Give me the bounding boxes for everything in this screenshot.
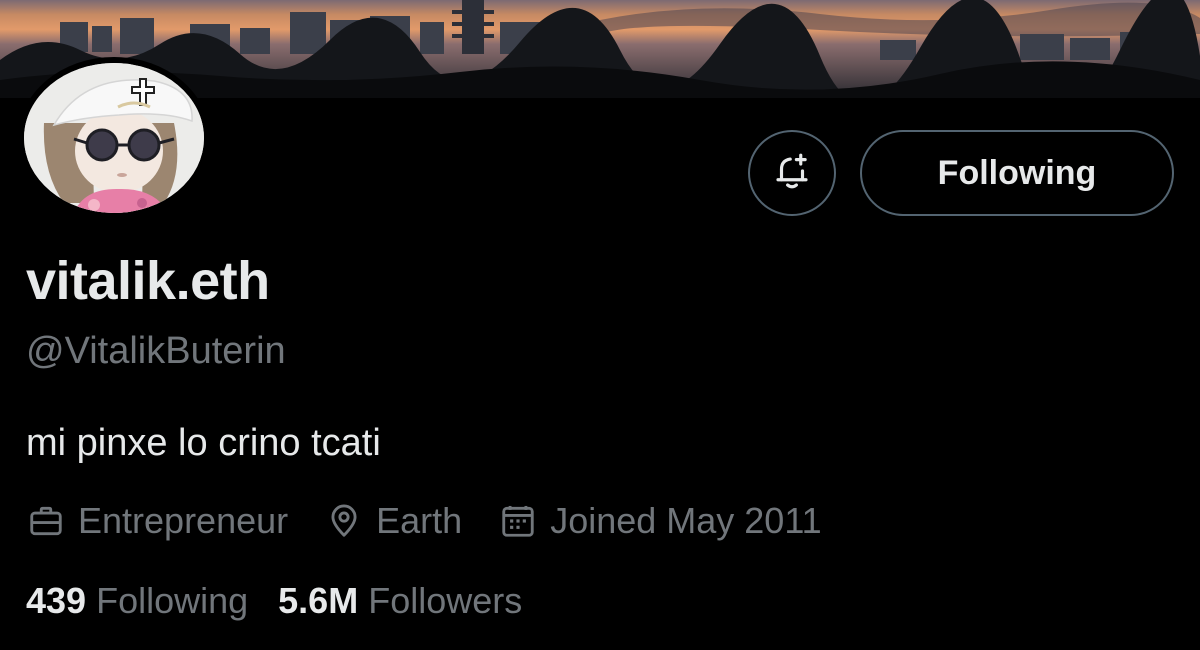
location-pin-icon <box>324 501 364 541</box>
profile-avatar[interactable] <box>18 57 210 219</box>
follow-stats-row: 439 Following 5.6M Followers <box>26 578 552 624</box>
profession-label: Entrepreneur <box>78 500 289 541</box>
display-name: vitalik.eth <box>26 251 270 311</box>
following-button-label: Following <box>937 153 1097 192</box>
profile-page: Following vitalik.eth @VitalikButerin mi… <box>0 0 1200 650</box>
following-count-link[interactable]: 439 Following <box>26 580 248 622</box>
briefcase-icon <box>26 501 66 541</box>
profile-meta-row: Entrepreneur Earth Joined May 2011 <box>26 498 858 544</box>
following-count: 439 <box>26 580 87 621</box>
username-handle: @VitalikButerin <box>26 330 286 372</box>
calendar-icon <box>498 501 538 541</box>
profile-bio: mi pinxe lo crino tcati <box>26 422 381 464</box>
following-button[interactable]: Following <box>860 130 1174 216</box>
followers-count-link[interactable]: 5.6M Followers <box>278 580 522 622</box>
location-item: Earth <box>324 500 462 542</box>
followers-count: 5.6M <box>278 580 359 621</box>
joined-date-label: Joined May 2011 <box>550 500 822 541</box>
joined-date-item: Joined May 2011 <box>498 500 822 542</box>
location-label: Earth <box>376 500 463 541</box>
avatar-illustration <box>24 63 204 213</box>
profession-item: Entrepreneur <box>26 500 288 542</box>
followers-count-label: Followers <box>368 580 523 621</box>
bell-plus-icon <box>771 150 813 197</box>
notifications-bell-button[interactable] <box>748 130 836 216</box>
following-count-label: Following <box>96 580 249 621</box>
avatar-image <box>24 63 204 213</box>
